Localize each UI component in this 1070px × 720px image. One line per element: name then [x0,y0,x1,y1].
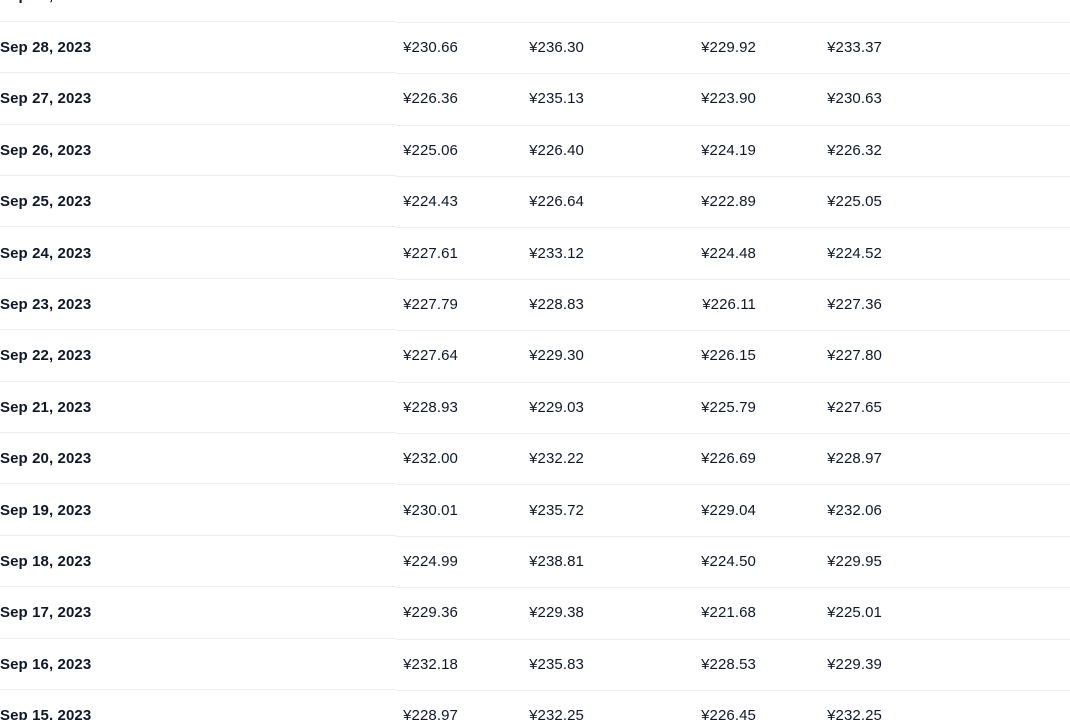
cell-open: ¥228.97 [396,690,521,720]
cell-open: ¥227.64 [396,330,521,383]
cell-low: ¥223.90 [693,73,819,126]
cell-date: Sep 22, 2023 [0,331,396,382]
cell-close: ¥226.32 [819,125,1070,178]
cell-low: ¥224.48 [693,227,819,280]
table-row[interactable]: Sep 20, 2023 ¥232.00 ¥232.22 ¥226.69 ¥228.97 [0,433,1070,486]
cell-open: ¥232.18 [396,639,521,691]
cell-date: Sep 28, 2023 [0,22,396,73]
cell-open: ¥225.06 [396,125,521,178]
cell-close: ¥229.39 [819,639,1070,691]
cell-date: Sep 16, 2023 [0,639,396,690]
cell-low: ¥226.15 [693,330,819,383]
cell-close: ¥229.90 [819,0,1070,23]
table-row[interactable]: Sep 22, 2023 ¥227.64 ¥229.30 ¥226.15 ¥227.80 [0,330,1070,383]
cell-close: ¥225.05 [819,176,1070,229]
cell-high: ¥233.12 [521,227,693,280]
cell-high: ¥226.64 [521,176,693,229]
cell-low: ¥229.04 [693,484,819,537]
cell-high: ¥232.22 [521,433,693,486]
cell-low: ¥228.53 [693,639,819,691]
cell-open: ¥229.36 [396,587,521,640]
cell-high: ¥232.25 [521,690,693,720]
cell-open: ¥230.66 [396,22,521,75]
cell-high: ¥229.30 [521,330,693,383]
table-row[interactable]: Sep 16, 2023 ¥232.18 ¥235.83 ¥228.53 ¥229.39 [0,639,1070,691]
table-row[interactable]: Sep 19, 2023 ¥230.01 ¥235.72 ¥229.04 ¥232.06 [0,484,1070,537]
table-scroll-viewport[interactable]: Sep 29, 2023¥230.66¥236.14¥229.90¥229.90… [0,0,1070,720]
cell-close: ¥224.52 [819,227,1070,280]
cell-open: ¥224.43 [396,176,521,229]
cell-date: Sep 26, 2023 [0,125,396,176]
cell-high: ¥235.72 [521,484,693,537]
table-row[interactable]: Sep 24, 2023 ¥227.61 ¥233.12 ¥224.48 ¥224.52 [0,227,1070,280]
cell-low: ¥222.89 [693,176,819,229]
cell-close: ¥227.80 [819,330,1070,383]
cell-low: ¥225.79 [693,382,819,435]
cell-close: ¥233.37 [819,22,1070,75]
cell-date: Sep 21, 2023 [0,382,396,433]
cell-low: ¥229.92 [693,22,819,75]
cell-close: ¥225.01 [819,587,1070,640]
cell-date: Sep 25, 2023 [0,177,396,228]
cell-low: ¥224.19 [693,125,819,178]
table-row[interactable]: Sep 21, 2023 ¥228.93 ¥229.03 ¥225.79 ¥227.65 [0,382,1070,435]
cell-high: ¥238.81 [521,536,693,589]
cell-close: ¥232.25 [819,690,1070,720]
table-row[interactable]: Sep 18, 2023 ¥224.99 ¥238.81 ¥224.50 ¥229.95 [0,536,1070,589]
cell-low: ¥226.69 [693,433,819,486]
cell-open: ¥227.79 [396,279,521,332]
cell-low: ¥229.90 [693,0,819,23]
cell-date: Sep 24, 2023 [0,228,396,279]
cell-open: ¥232.00 [396,433,521,486]
cell-high: ¥226.40 [521,125,693,178]
cell-low: ¥226.11 [693,279,819,332]
cell-close: ¥230.63 [819,73,1070,126]
cell-close: ¥228.97 [819,433,1070,486]
cell-date: Sep 15, 2023 [0,690,396,720]
cell-low: ¥224.50 [693,536,819,589]
cell-date: Sep 29, 2023 [0,0,396,22]
cell-low: ¥221.68 [693,587,819,640]
cell-open: ¥224.99 [396,536,521,589]
price-table-body: Sep 29, 2023¥230.66¥236.14¥229.90¥229.90… [0,0,1070,720]
table-row[interactable]: Sep 23, 2023 ¥227.79 ¥228.83 ¥226.11 ¥227.36 [0,279,1070,332]
cell-date: Sep 19, 2023 [0,485,396,536]
table-row[interactable]: Sep 28, 2023 ¥230.66 ¥236.30 ¥229.92 ¥233.37 [0,22,1070,75]
cell-open: ¥230.66 [396,0,521,23]
cell-low: ¥226.45 [693,690,819,720]
table-row[interactable]: Sep 15, 2023 ¥228.97 ¥232.25 ¥226.45 ¥232.25 [0,690,1070,720]
cell-high: ¥228.83 [521,279,693,332]
table-row[interactable]: Sep 26, 2023 ¥225.06 ¥226.40 ¥224.19 ¥226.32 [0,125,1070,178]
cell-high: ¥235.13 [521,73,693,126]
cell-open: ¥230.01 [396,484,521,537]
historical-price-table: Sep 29, 2023¥230.66¥236.14¥229.90¥229.90… [0,0,1070,720]
cell-open: ¥226.36 [396,73,521,126]
cell-close: ¥232.06 [819,484,1070,537]
cell-date: Sep 18, 2023 [0,536,396,587]
table-row[interactable]: Sep 29, 2023¥230.66¥236.14¥229.90¥229.90 [0,0,1070,23]
cell-open: ¥227.61 [396,227,521,280]
cell-date: Sep 27, 2023 [0,74,396,125]
cell-high: ¥236.30 [521,22,693,75]
cell-close: ¥229.95 [819,536,1070,589]
cell-high: ¥235.83 [521,639,693,691]
cell-close: ¥227.65 [819,382,1070,435]
table-row[interactable]: Sep 25, 2023 ¥224.43 ¥226.64 ¥222.89 ¥225.05 [0,176,1070,229]
cell-high: ¥229.03 [521,382,693,435]
cell-open: ¥228.93 [396,382,521,435]
cell-high: ¥229.38 [521,587,693,640]
table-row[interactable]: Sep 27, 2023 ¥226.36 ¥235.13 ¥223.90 ¥230.63 [0,73,1070,126]
cell-close: ¥227.36 [819,279,1070,332]
cell-date: Sep 23, 2023 [0,279,396,330]
table-row[interactable]: Sep 17, 2023 ¥229.36 ¥229.38 ¥221.68 ¥225.01 [0,587,1070,640]
cell-date: Sep 17, 2023 [0,588,396,639]
cell-high: ¥236.14 [521,0,693,23]
cell-date: Sep 20, 2023 [0,434,396,485]
